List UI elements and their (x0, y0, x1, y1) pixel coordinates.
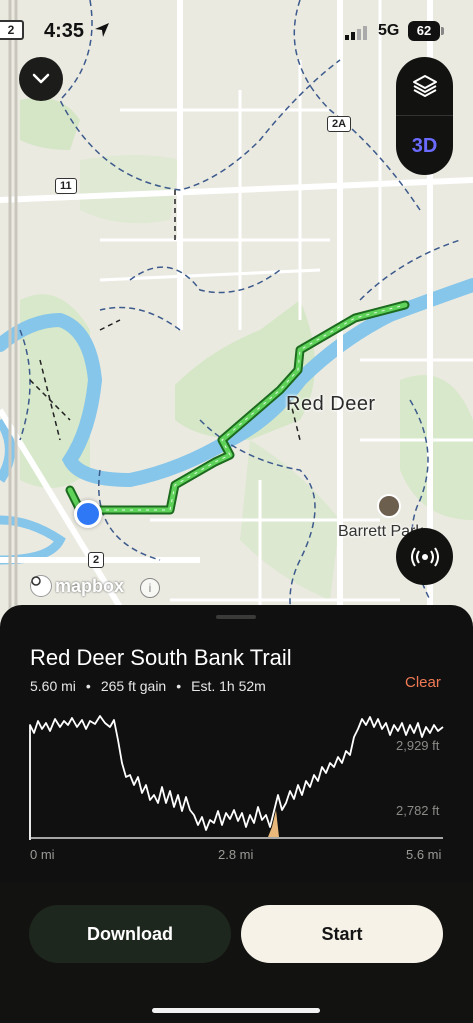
map-controls: 3D (396, 57, 453, 175)
broadcast-icon (410, 546, 439, 567)
layers-button[interactable] (396, 57, 453, 115)
x-start-label: 0 mi (30, 847, 55, 862)
start-button[interactable]: Start (241, 905, 443, 963)
mapbox-wordmark: mapbox (55, 575, 125, 596)
elevation-min-label: 2,782 ft (396, 803, 440, 818)
download-button[interactable]: Download (29, 905, 231, 963)
trail-distance: 5.60 mi (30, 678, 76, 694)
layers-icon (412, 75, 437, 97)
highway-11-label: 11 (55, 178, 77, 194)
x-mid-label: 2.8 mi (218, 847, 254, 862)
trail-gain: 265 ft gain (100, 678, 167, 694)
status-time: 4:35 (44, 20, 85, 42)
mapbox-mark-icon (30, 575, 52, 597)
trail-estimate: Est. 1h 52m (191, 678, 266, 694)
network-label: 5G (378, 22, 400, 39)
sheet-grabber[interactable] (216, 615, 256, 619)
status-badge: 2 (0, 20, 24, 40)
location-arrow-icon (95, 23, 109, 37)
controls-divider (396, 115, 453, 116)
elevation-max-label: 2,929 ft (396, 738, 440, 753)
city-label: Red Deer (286, 393, 376, 415)
clear-button[interactable]: Clear (405, 674, 441, 691)
collapse-button[interactable] (19, 57, 63, 101)
trail-title: Red Deer South Bank Trail (30, 645, 292, 670)
park-icon (377, 494, 401, 518)
stats-separator: • (176, 678, 182, 694)
3d-toggle-button[interactable]: 3D (396, 117, 453, 175)
highway-2a-label: 2A (327, 116, 352, 132)
battery-nub (441, 27, 444, 35)
current-location-marker (74, 500, 102, 528)
trail-bottom-sheet[interactable]: Red Deer South Bank Trail 5.60 mi • 265 … (0, 605, 473, 1023)
stats-separator: • (85, 678, 91, 694)
highway-2-label: 2 (88, 552, 105, 568)
live-share-button[interactable] (396, 528, 453, 585)
status-bar: 2 4:35 5G 62 (0, 0, 473, 56)
attribution-info-icon[interactable]: i (140, 578, 160, 598)
x-end-label: 5.6 mi (406, 847, 442, 862)
battery-indicator: 62 (408, 21, 440, 41)
home-indicator[interactable] (152, 1008, 320, 1013)
elevation-line (29, 715, 444, 840)
trail-stats: 5.60 mi • 265 ft gain • Est. 1h 52m (30, 678, 266, 694)
chevron-down-icon (32, 73, 50, 84)
action-footer: Download Start (0, 883, 473, 1023)
mapbox-logo: mapbox (30, 575, 124, 597)
signal-icon (345, 26, 367, 40)
